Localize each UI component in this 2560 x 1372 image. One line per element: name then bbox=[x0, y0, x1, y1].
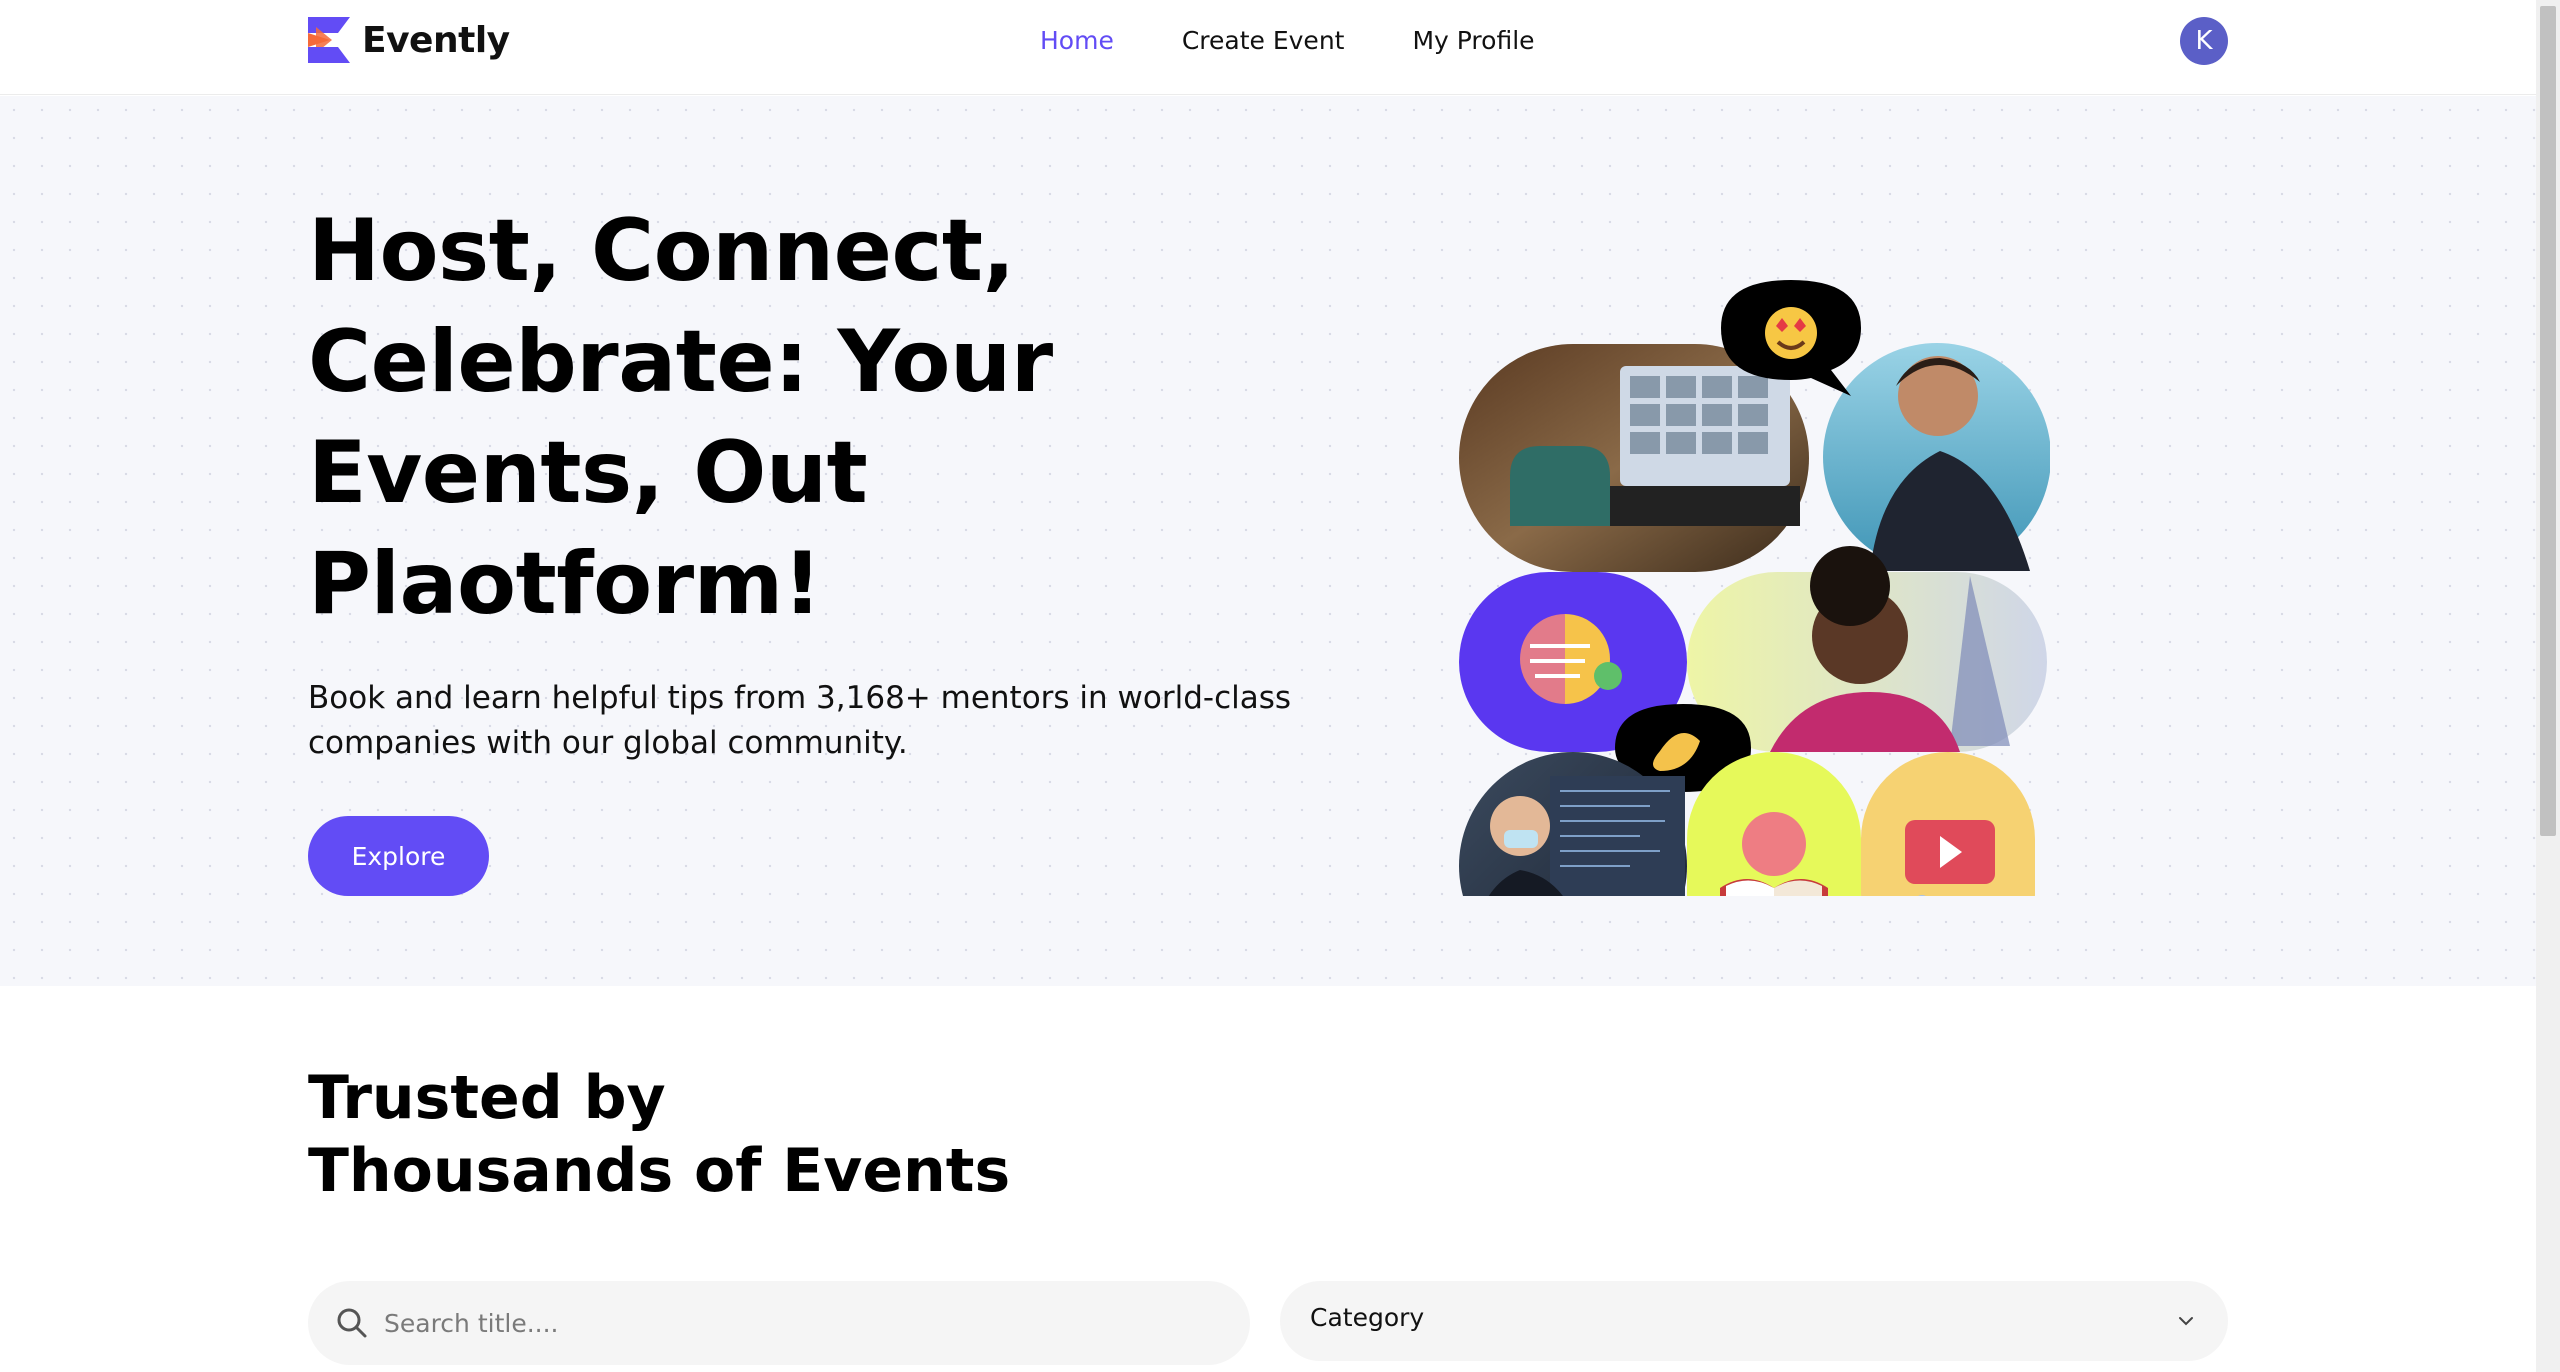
top-navbar: Evently Home Create Event My Profile K bbox=[0, 0, 2536, 95]
section-title: Trusted by Thousands of Events bbox=[308, 1062, 1208, 1208]
nav-create-event[interactable]: Create Event bbox=[1182, 24, 1345, 58]
video-player-illustration bbox=[1861, 752, 2035, 980]
hero-collage bbox=[1450, 176, 2051, 980]
search-icon bbox=[337, 1308, 367, 1338]
nav-my-profile[interactable]: My Profile bbox=[1412, 24, 1534, 58]
search-input[interactable] bbox=[384, 1281, 1224, 1365]
logo-link[interactable]: Evently bbox=[308, 17, 510, 63]
search-box bbox=[308, 1281, 1250, 1365]
category-select[interactable]: Category bbox=[1280, 1281, 2228, 1361]
section-title-line2: Thousands of Events bbox=[308, 1136, 1011, 1206]
chevron-down-icon bbox=[2179, 1317, 2193, 1326]
hero-section: Host, Connect, Celebrate: Your Events, O… bbox=[0, 96, 2536, 986]
explore-button[interactable]: Explore bbox=[308, 816, 489, 896]
scrollbar-thumb[interactable] bbox=[2540, 6, 2556, 836]
smiling-man-photo bbox=[1823, 343, 2051, 571]
nav-home[interactable]: Home bbox=[1040, 24, 1114, 58]
page-scrollbar[interactable] bbox=[2536, 0, 2560, 1372]
avatar-initial: K bbox=[2195, 26, 2213, 56]
evently-logo-icon bbox=[308, 17, 350, 63]
laptop-meeting-photo bbox=[1459, 344, 1809, 572]
hero-title: Host, Connect, Celebrate: Your Events, O… bbox=[308, 201, 1053, 634]
user-avatar[interactable]: K bbox=[2180, 17, 2228, 65]
hero-subtitle: Book and learn helpful tips from 3,168+ … bbox=[308, 680, 1292, 761]
hero-collage-image bbox=[1459, 280, 2051, 980]
category-select-value: Category bbox=[1310, 1303, 1425, 1332]
app-name: Evently bbox=[362, 19, 510, 61]
main-nav: Home Create Event My Profile bbox=[1040, 24, 1535, 58]
section-title-line1: Trusted by bbox=[308, 1063, 666, 1133]
